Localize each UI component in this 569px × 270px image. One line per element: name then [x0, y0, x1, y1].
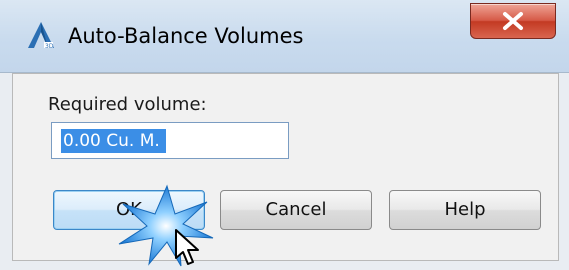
help-button[interactable]: Help — [389, 190, 541, 230]
required-volume-label: Required volume: — [48, 94, 207, 115]
close-button[interactable] — [470, 3, 556, 39]
cancel-button[interactable]: Cancel — [220, 190, 372, 230]
title-bar[interactable]: 3D Auto-Balance Volumes — [0, 0, 569, 73]
required-volume-value: 0.00 Cu. M. — [61, 129, 166, 153]
required-volume-input[interactable]: 0.00 Cu. M. — [51, 122, 289, 159]
dialog-body: Required volume: 0.00 Cu. M. OK Cancel H… — [12, 73, 559, 261]
window-title: Auto-Balance Volumes — [68, 24, 304, 48]
autocad-logo-icon: 3D — [28, 22, 54, 50]
close-icon — [503, 12, 523, 30]
mouse-cursor-icon — [175, 229, 199, 265]
svg-text:3D: 3D — [45, 43, 54, 50]
